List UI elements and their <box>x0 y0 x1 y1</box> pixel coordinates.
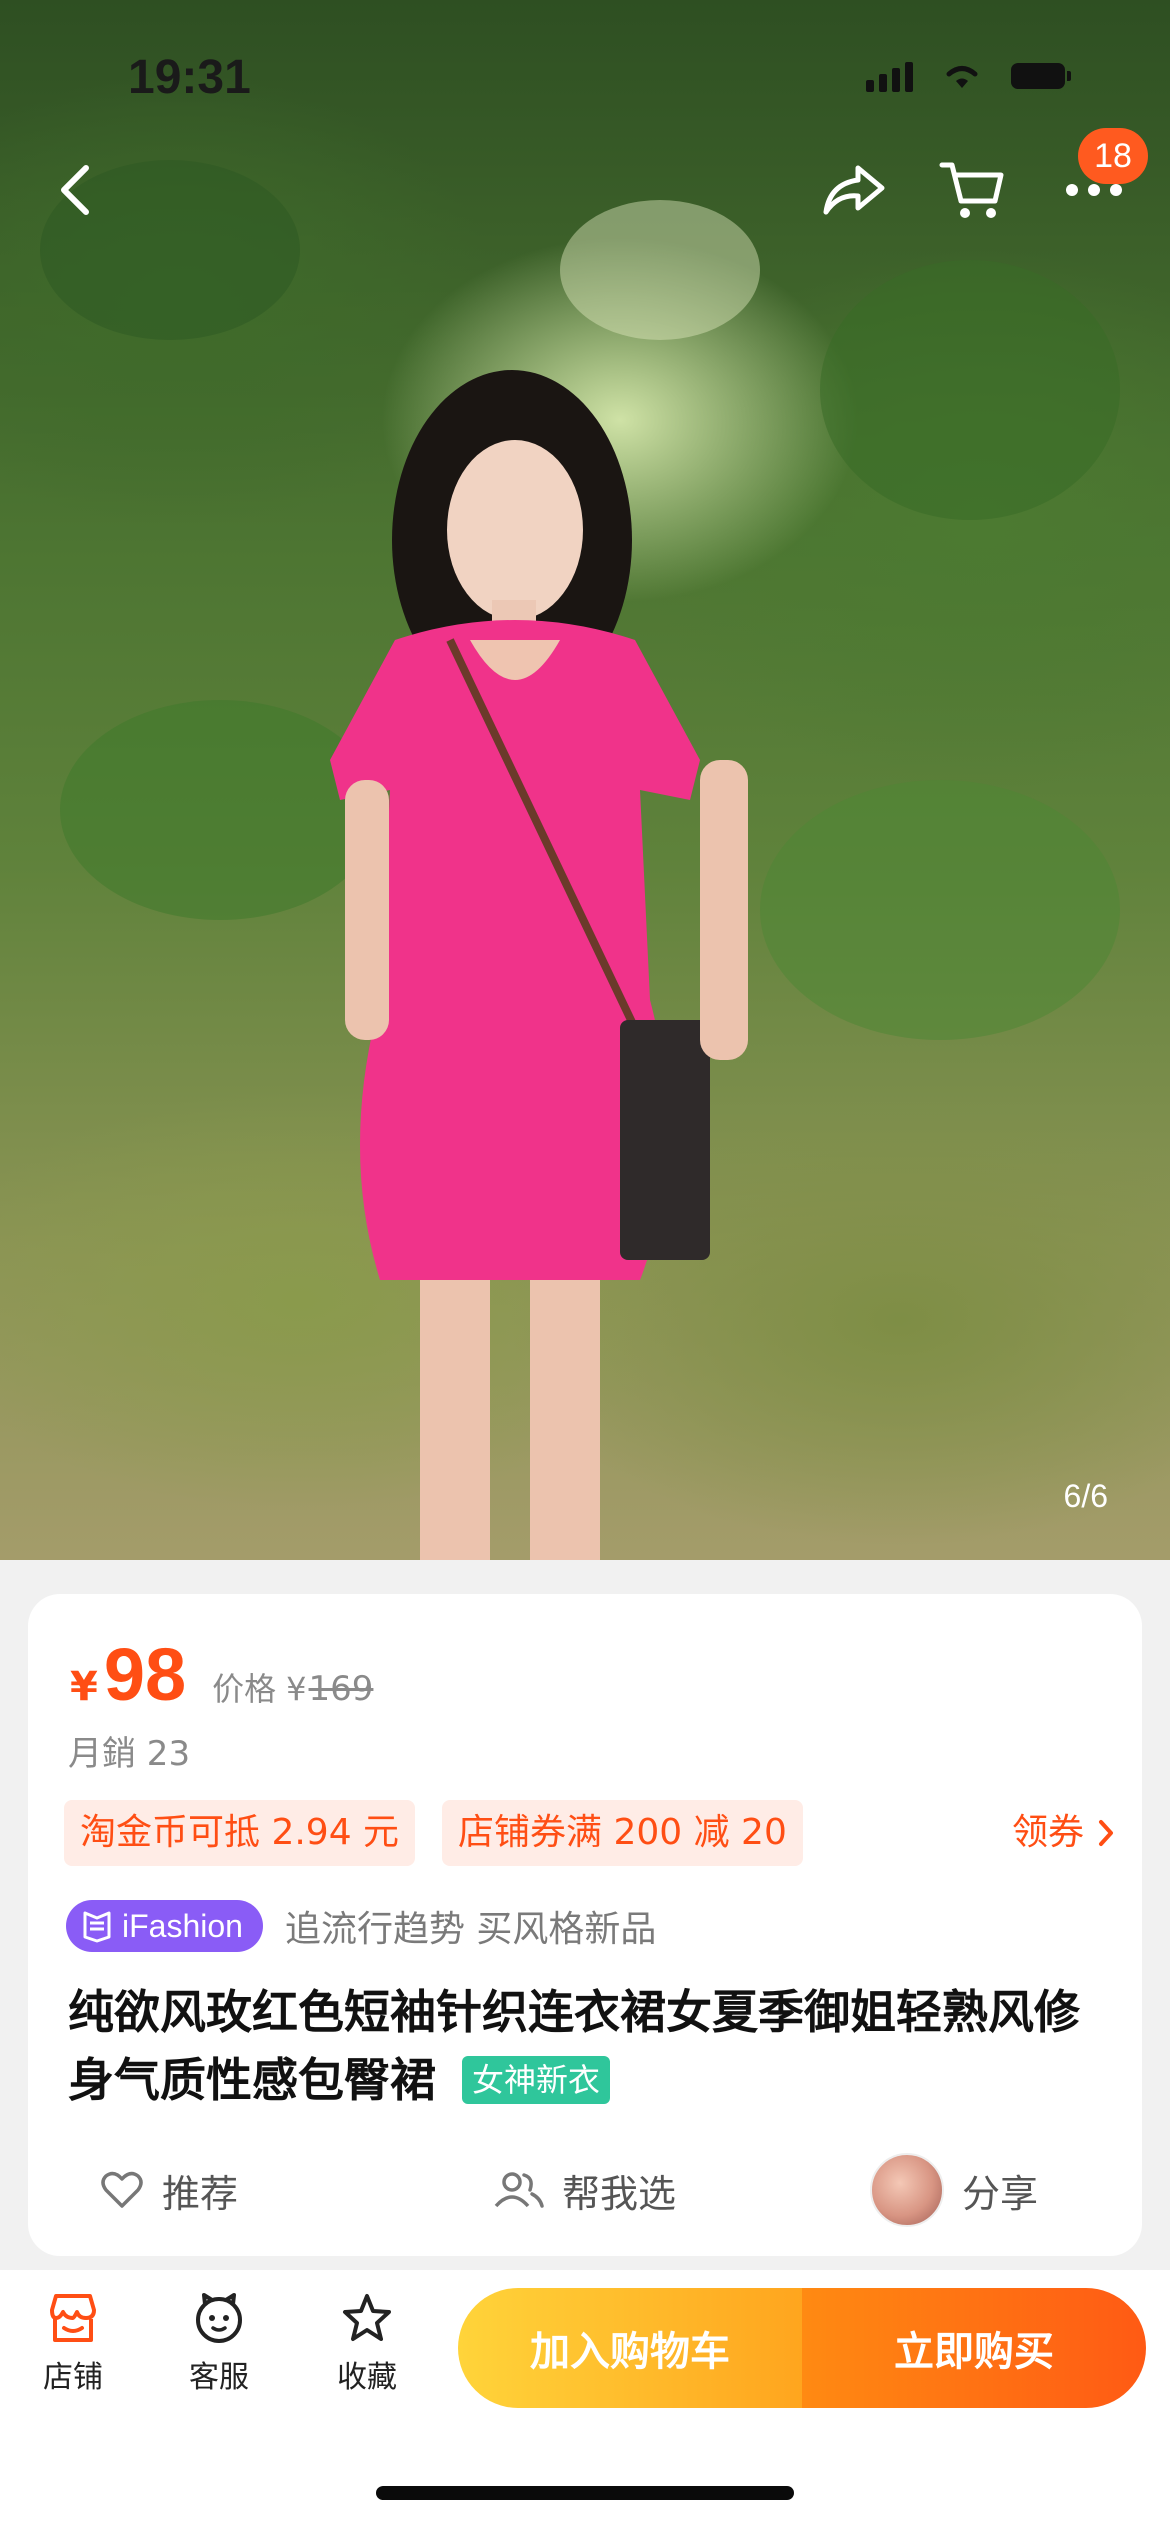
product-title: 纯欲风玫红色短袖针织连衣裙女夏季御姐轻熟风修身气质性感包臀裙 女神新衣 <box>68 1978 1118 2114</box>
original-currency-symbol: ¥ <box>286 1670 307 1708</box>
signal-icon <box>866 60 913 92</box>
title-tag: 女神新衣 <box>462 2055 611 2104</box>
status-icons <box>866 60 1071 92</box>
gallery-counter: 6/6 <box>1063 1478 1108 1514</box>
ifashion-tag[interactable]: iFashion <box>66 1900 263 1952</box>
star-icon <box>343 2294 391 2341</box>
get-coupon-button[interactable]: 领券 <box>1012 1800 1114 1866</box>
customer-service-icon <box>196 2293 242 2343</box>
ifashion-logo-icon <box>83 1911 111 1943</box>
ifashion-label: iFashion <box>122 1907 243 1944</box>
tab-service[interactable]: 客服 <box>164 2292 274 2396</box>
store-label: 店铺 <box>43 2360 103 2395</box>
share-label: 分享 <box>962 2171 1039 2216</box>
back-button[interactable] <box>36 150 116 230</box>
brand-row: iFashion 追流行趋势 买风格新品 <box>66 1900 656 1952</box>
service-label: 客服 <box>189 2360 249 2395</box>
cart-icon <box>939 162 1004 218</box>
chevron-right-icon <box>1099 1820 1113 1846</box>
current-price: 98 <box>103 1633 187 1716</box>
tab-store[interactable]: 店铺 <box>18 2292 128 2396</box>
avatar <box>870 2153 944 2227</box>
battery-icon <box>1011 63 1071 89</box>
original-price-label: 价格 <box>212 1670 277 1708</box>
help-choose-label: 帮我选 <box>562 2171 677 2216</box>
home-indicator[interactable] <box>376 2486 794 2500</box>
buy-now-button[interactable]: 立即购买 <box>802 2288 1146 2408</box>
store-icon <box>50 2294 96 2342</box>
model-figure <box>330 370 748 1560</box>
share-top-button[interactable] <box>814 150 894 230</box>
store-coupon-tag[interactable]: 店铺券满 200 减 20 <box>442 1800 803 1866</box>
recommend-label: 推荐 <box>162 2171 239 2216</box>
monthly-sales: 月銷 23 <box>68 1734 191 1774</box>
more-dots-icon <box>1066 184 1122 196</box>
price-row: ¥ 98 价格 ¥ 169 <box>70 1632 373 1717</box>
currency-symbol: ¥ <box>70 1664 98 1710</box>
help-choose-button[interactable]: 帮我选 <box>492 2148 676 2232</box>
recommend-button[interactable]: 推荐 <box>100 2148 238 2232</box>
product-actions-row: 推荐 帮我选 分享 <box>28 2148 1142 2232</box>
favorite-label: 收藏 <box>337 2360 397 2395</box>
people-icon <box>494 2172 544 2208</box>
purchase-buttons: 加入购物车 立即购买 <box>458 2288 1146 2408</box>
original-price: 169 <box>308 1669 374 1709</box>
get-coupon-label: 领券 <box>1011 1812 1084 1853</box>
promo-row: 淘金币可抵 2.94 元 店铺券满 200 减 20 领券 <box>64 1800 1114 1866</box>
taojinbi-promo-tag[interactable]: 淘金币可抵 2.94 元 <box>64 1800 416 1866</box>
brand-slogan: 追流行趋势 买风格新品 <box>284 1909 657 1950</box>
heart-icon <box>101 2171 143 2208</box>
add-to-cart-button[interactable]: 加入购物车 <box>458 2288 802 2408</box>
tab-favorite[interactable]: 收藏 <box>312 2292 422 2396</box>
chevron-left-icon <box>61 165 89 215</box>
cart-count-badge: 18 <box>1078 128 1148 184</box>
cart-button[interactable] <box>932 150 1012 230</box>
share-button[interactable]: 分享 <box>870 2148 1038 2232</box>
status-time: 19:31 <box>128 51 251 104</box>
product-image-gallery[interactable]: 19:31 18 6/6 <box>0 0 1170 1560</box>
wifi-icon <box>946 66 978 88</box>
product-info-card: ¥ 98 价格 ¥ 169 月銷 23 淘金币可抵 2.94 元 店铺券满 20… <box>28 1594 1142 2256</box>
share-arrow-icon <box>823 165 885 215</box>
